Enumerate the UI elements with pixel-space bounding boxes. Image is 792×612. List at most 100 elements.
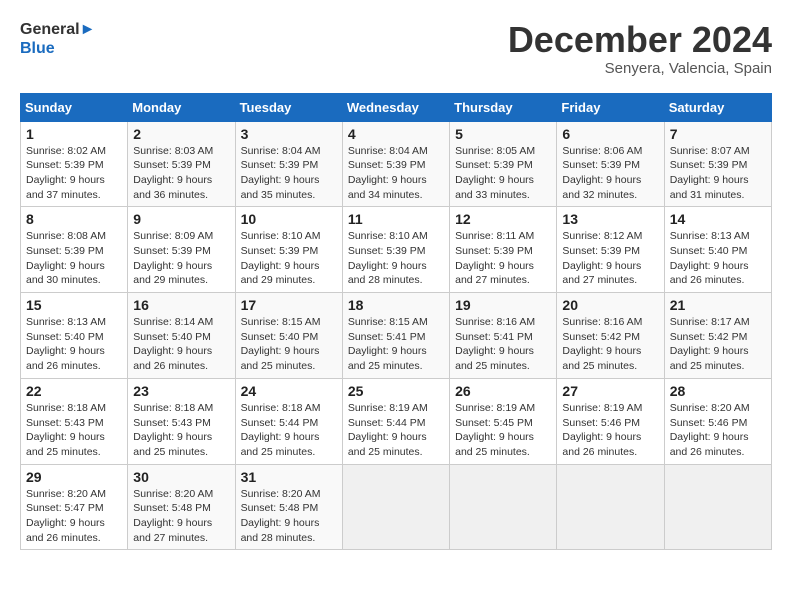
calendar-cell: 11 Sunrise: 8:10 AM Sunset: 5:39 PM Dayl…	[342, 207, 449, 293]
calendar-week-row: 8 Sunrise: 8:08 AM Sunset: 5:39 PM Dayli…	[21, 207, 772, 293]
day-number: 9	[133, 211, 229, 227]
title-block: December 2024 Senyera, Valencia, Spain	[508, 20, 772, 77]
day-info: Sunrise: 8:02 AM Sunset: 5:39 PM Dayligh…	[26, 144, 122, 203]
day-info: Sunrise: 8:13 AM Sunset: 5:40 PM Dayligh…	[670, 229, 766, 288]
calendar-cell: 24 Sunrise: 8:18 AM Sunset: 5:44 PM Dayl…	[235, 378, 342, 464]
day-info: Sunrise: 8:13 AM Sunset: 5:40 PM Dayligh…	[26, 315, 122, 374]
day-info: Sunrise: 8:17 AM Sunset: 5:42 PM Dayligh…	[670, 315, 766, 374]
day-info: Sunrise: 8:20 AM Sunset: 5:48 PM Dayligh…	[133, 487, 229, 546]
day-info: Sunrise: 8:19 AM Sunset: 5:45 PM Dayligh…	[455, 401, 551, 460]
day-info: Sunrise: 8:14 AM Sunset: 5:40 PM Dayligh…	[133, 315, 229, 374]
calendar-cell: 2 Sunrise: 8:03 AM Sunset: 5:39 PM Dayli…	[128, 121, 235, 207]
calendar-cell: 3 Sunrise: 8:04 AM Sunset: 5:39 PM Dayli…	[235, 121, 342, 207]
day-info: Sunrise: 8:20 AM Sunset: 5:47 PM Dayligh…	[26, 487, 122, 546]
day-info: Sunrise: 8:06 AM Sunset: 5:39 PM Dayligh…	[562, 144, 658, 203]
day-info: Sunrise: 8:12 AM Sunset: 5:39 PM Dayligh…	[562, 229, 658, 288]
calendar-cell: 26 Sunrise: 8:19 AM Sunset: 5:45 PM Dayl…	[450, 378, 557, 464]
day-number: 8	[26, 211, 122, 227]
month-title: December 2024	[508, 20, 772, 60]
logo-text: General► Blue	[20, 20, 95, 58]
calendar-cell: 21 Sunrise: 8:17 AM Sunset: 5:42 PM Dayl…	[664, 293, 771, 379]
day-info: Sunrise: 8:10 AM Sunset: 5:39 PM Dayligh…	[348, 229, 444, 288]
day-number: 26	[455, 383, 551, 399]
day-number: 30	[133, 469, 229, 485]
calendar-cell	[664, 464, 771, 550]
day-info: Sunrise: 8:20 AM Sunset: 5:46 PM Dayligh…	[670, 401, 766, 460]
day-info: Sunrise: 8:04 AM Sunset: 5:39 PM Dayligh…	[241, 144, 337, 203]
calendar-cell: 7 Sunrise: 8:07 AM Sunset: 5:39 PM Dayli…	[664, 121, 771, 207]
calendar-cell: 14 Sunrise: 8:13 AM Sunset: 5:40 PM Dayl…	[664, 207, 771, 293]
calendar-cell: 18 Sunrise: 8:15 AM Sunset: 5:41 PM Dayl…	[342, 293, 449, 379]
calendar-cell: 12 Sunrise: 8:11 AM Sunset: 5:39 PM Dayl…	[450, 207, 557, 293]
day-number: 28	[670, 383, 766, 399]
calendar-cell: 13 Sunrise: 8:12 AM Sunset: 5:39 PM Dayl…	[557, 207, 664, 293]
day-info: Sunrise: 8:09 AM Sunset: 5:39 PM Dayligh…	[133, 229, 229, 288]
header-monday: Monday	[128, 93, 235, 121]
calendar-cell: 29 Sunrise: 8:20 AM Sunset: 5:47 PM Dayl…	[21, 464, 128, 550]
day-info: Sunrise: 8:04 AM Sunset: 5:39 PM Dayligh…	[348, 144, 444, 203]
header-wednesday: Wednesday	[342, 93, 449, 121]
day-number: 31	[241, 469, 337, 485]
calendar-cell: 17 Sunrise: 8:15 AM Sunset: 5:40 PM Dayl…	[235, 293, 342, 379]
header-friday: Friday	[557, 93, 664, 121]
header-thursday: Thursday	[450, 93, 557, 121]
calendar-header-row: Sunday Monday Tuesday Wednesday Thursday…	[21, 93, 772, 121]
day-info: Sunrise: 8:15 AM Sunset: 5:40 PM Dayligh…	[241, 315, 337, 374]
calendar-cell: 31 Sunrise: 8:20 AM Sunset: 5:48 PM Dayl…	[235, 464, 342, 550]
calendar-cell: 25 Sunrise: 8:19 AM Sunset: 5:44 PM Dayl…	[342, 378, 449, 464]
calendar-cell	[557, 464, 664, 550]
day-number: 18	[348, 297, 444, 313]
calendar-cell: 16 Sunrise: 8:14 AM Sunset: 5:40 PM Dayl…	[128, 293, 235, 379]
day-number: 25	[348, 383, 444, 399]
calendar-week-row: 22 Sunrise: 8:18 AM Sunset: 5:43 PM Dayl…	[21, 378, 772, 464]
calendar-cell: 19 Sunrise: 8:16 AM Sunset: 5:41 PM Dayl…	[450, 293, 557, 379]
day-info: Sunrise: 8:19 AM Sunset: 5:46 PM Dayligh…	[562, 401, 658, 460]
day-info: Sunrise: 8:19 AM Sunset: 5:44 PM Dayligh…	[348, 401, 444, 460]
page-header: General► Blue December 2024 Senyera, Val…	[20, 20, 772, 77]
day-number: 15	[26, 297, 122, 313]
calendar-table: Sunday Monday Tuesday Wednesday Thursday…	[20, 93, 772, 551]
day-info: Sunrise: 8:08 AM Sunset: 5:39 PM Dayligh…	[26, 229, 122, 288]
calendar-week-row: 1 Sunrise: 8:02 AM Sunset: 5:39 PM Dayli…	[21, 121, 772, 207]
day-info: Sunrise: 8:18 AM Sunset: 5:44 PM Dayligh…	[241, 401, 337, 460]
day-number: 4	[348, 126, 444, 142]
day-number: 16	[133, 297, 229, 313]
calendar-cell	[450, 464, 557, 550]
header-sunday: Sunday	[21, 93, 128, 121]
calendar-cell: 9 Sunrise: 8:09 AM Sunset: 5:39 PM Dayli…	[128, 207, 235, 293]
calendar-week-row: 29 Sunrise: 8:20 AM Sunset: 5:47 PM Dayl…	[21, 464, 772, 550]
day-info: Sunrise: 8:11 AM Sunset: 5:39 PM Dayligh…	[455, 229, 551, 288]
day-number: 24	[241, 383, 337, 399]
calendar-cell: 6 Sunrise: 8:06 AM Sunset: 5:39 PM Dayli…	[557, 121, 664, 207]
day-info: Sunrise: 8:05 AM Sunset: 5:39 PM Dayligh…	[455, 144, 551, 203]
calendar-cell: 28 Sunrise: 8:20 AM Sunset: 5:46 PM Dayl…	[664, 378, 771, 464]
day-number: 29	[26, 469, 122, 485]
day-info: Sunrise: 8:07 AM Sunset: 5:39 PM Dayligh…	[670, 144, 766, 203]
day-info: Sunrise: 8:20 AM Sunset: 5:48 PM Dayligh…	[241, 487, 337, 546]
calendar-cell: 23 Sunrise: 8:18 AM Sunset: 5:43 PM Dayl…	[128, 378, 235, 464]
logo: General► Blue	[20, 20, 95, 58]
calendar-cell: 10 Sunrise: 8:10 AM Sunset: 5:39 PM Dayl…	[235, 207, 342, 293]
day-number: 6	[562, 126, 658, 142]
day-number: 27	[562, 383, 658, 399]
day-number: 10	[241, 211, 337, 227]
calendar-cell: 5 Sunrise: 8:05 AM Sunset: 5:39 PM Dayli…	[450, 121, 557, 207]
day-info: Sunrise: 8:18 AM Sunset: 5:43 PM Dayligh…	[133, 401, 229, 460]
location-subtitle: Senyera, Valencia, Spain	[508, 60, 772, 77]
day-number: 23	[133, 383, 229, 399]
day-number: 20	[562, 297, 658, 313]
day-number: 13	[562, 211, 658, 227]
day-number: 2	[133, 126, 229, 142]
calendar-cell	[342, 464, 449, 550]
day-number: 17	[241, 297, 337, 313]
header-saturday: Saturday	[664, 93, 771, 121]
day-info: Sunrise: 8:03 AM Sunset: 5:39 PM Dayligh…	[133, 144, 229, 203]
calendar-cell: 4 Sunrise: 8:04 AM Sunset: 5:39 PM Dayli…	[342, 121, 449, 207]
day-number: 19	[455, 297, 551, 313]
day-number: 3	[241, 126, 337, 142]
day-number: 5	[455, 126, 551, 142]
day-number: 1	[26, 126, 122, 142]
day-info: Sunrise: 8:15 AM Sunset: 5:41 PM Dayligh…	[348, 315, 444, 374]
day-number: 22	[26, 383, 122, 399]
calendar-cell: 15 Sunrise: 8:13 AM Sunset: 5:40 PM Dayl…	[21, 293, 128, 379]
